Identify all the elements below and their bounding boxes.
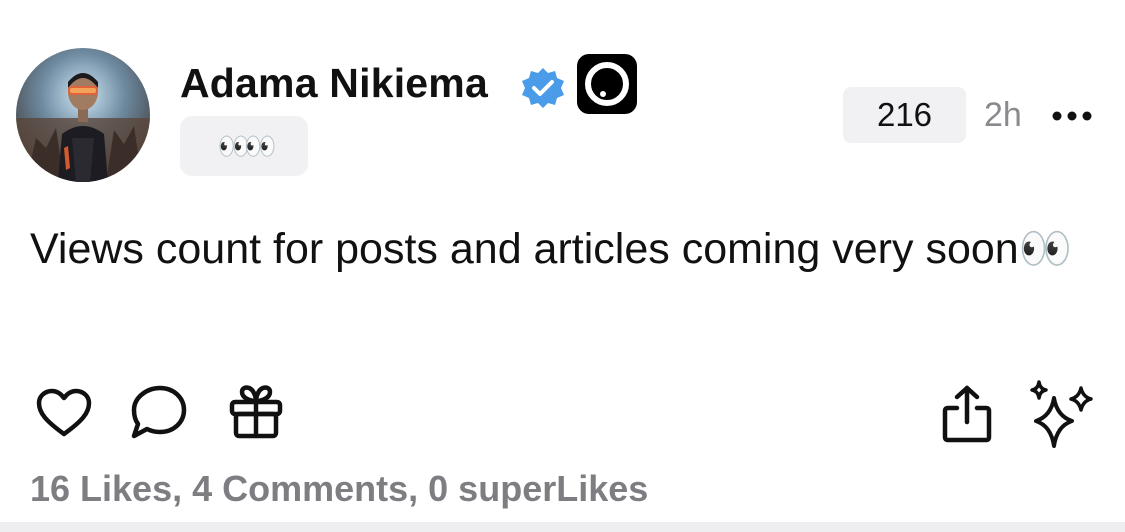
avatar[interactable] [16, 48, 150, 182]
heart-icon[interactable] [36, 388, 92, 438]
engagement-stats[interactable]: 16 Likes, 4 Comments, 0 superLikes [30, 468, 648, 510]
post-timestamp: 2h [984, 96, 1022, 134]
app-logo-icon[interactable] [577, 54, 637, 114]
author-name[interactable]: Adama Nikiema [180, 60, 488, 107]
more-horizontal-icon[interactable] [1050, 104, 1094, 128]
view-count-badge: 216 [843, 87, 966, 143]
gift-icon[interactable] [228, 382, 284, 440]
post-card: Adama Nikiema 👀👀 216 2h Views count for … [0, 0, 1125, 522]
post-divider [0, 522, 1125, 532]
post-body-text: Views count for posts and articles comin… [30, 225, 1073, 273]
status-emoji-chip: 👀👀 [180, 116, 308, 176]
share-icon[interactable] [940, 384, 994, 444]
sparkles-icon[interactable] [1026, 380, 1096, 450]
comment-bubble-icon[interactable] [128, 384, 188, 442]
verified-badge-icon [522, 68, 564, 108]
